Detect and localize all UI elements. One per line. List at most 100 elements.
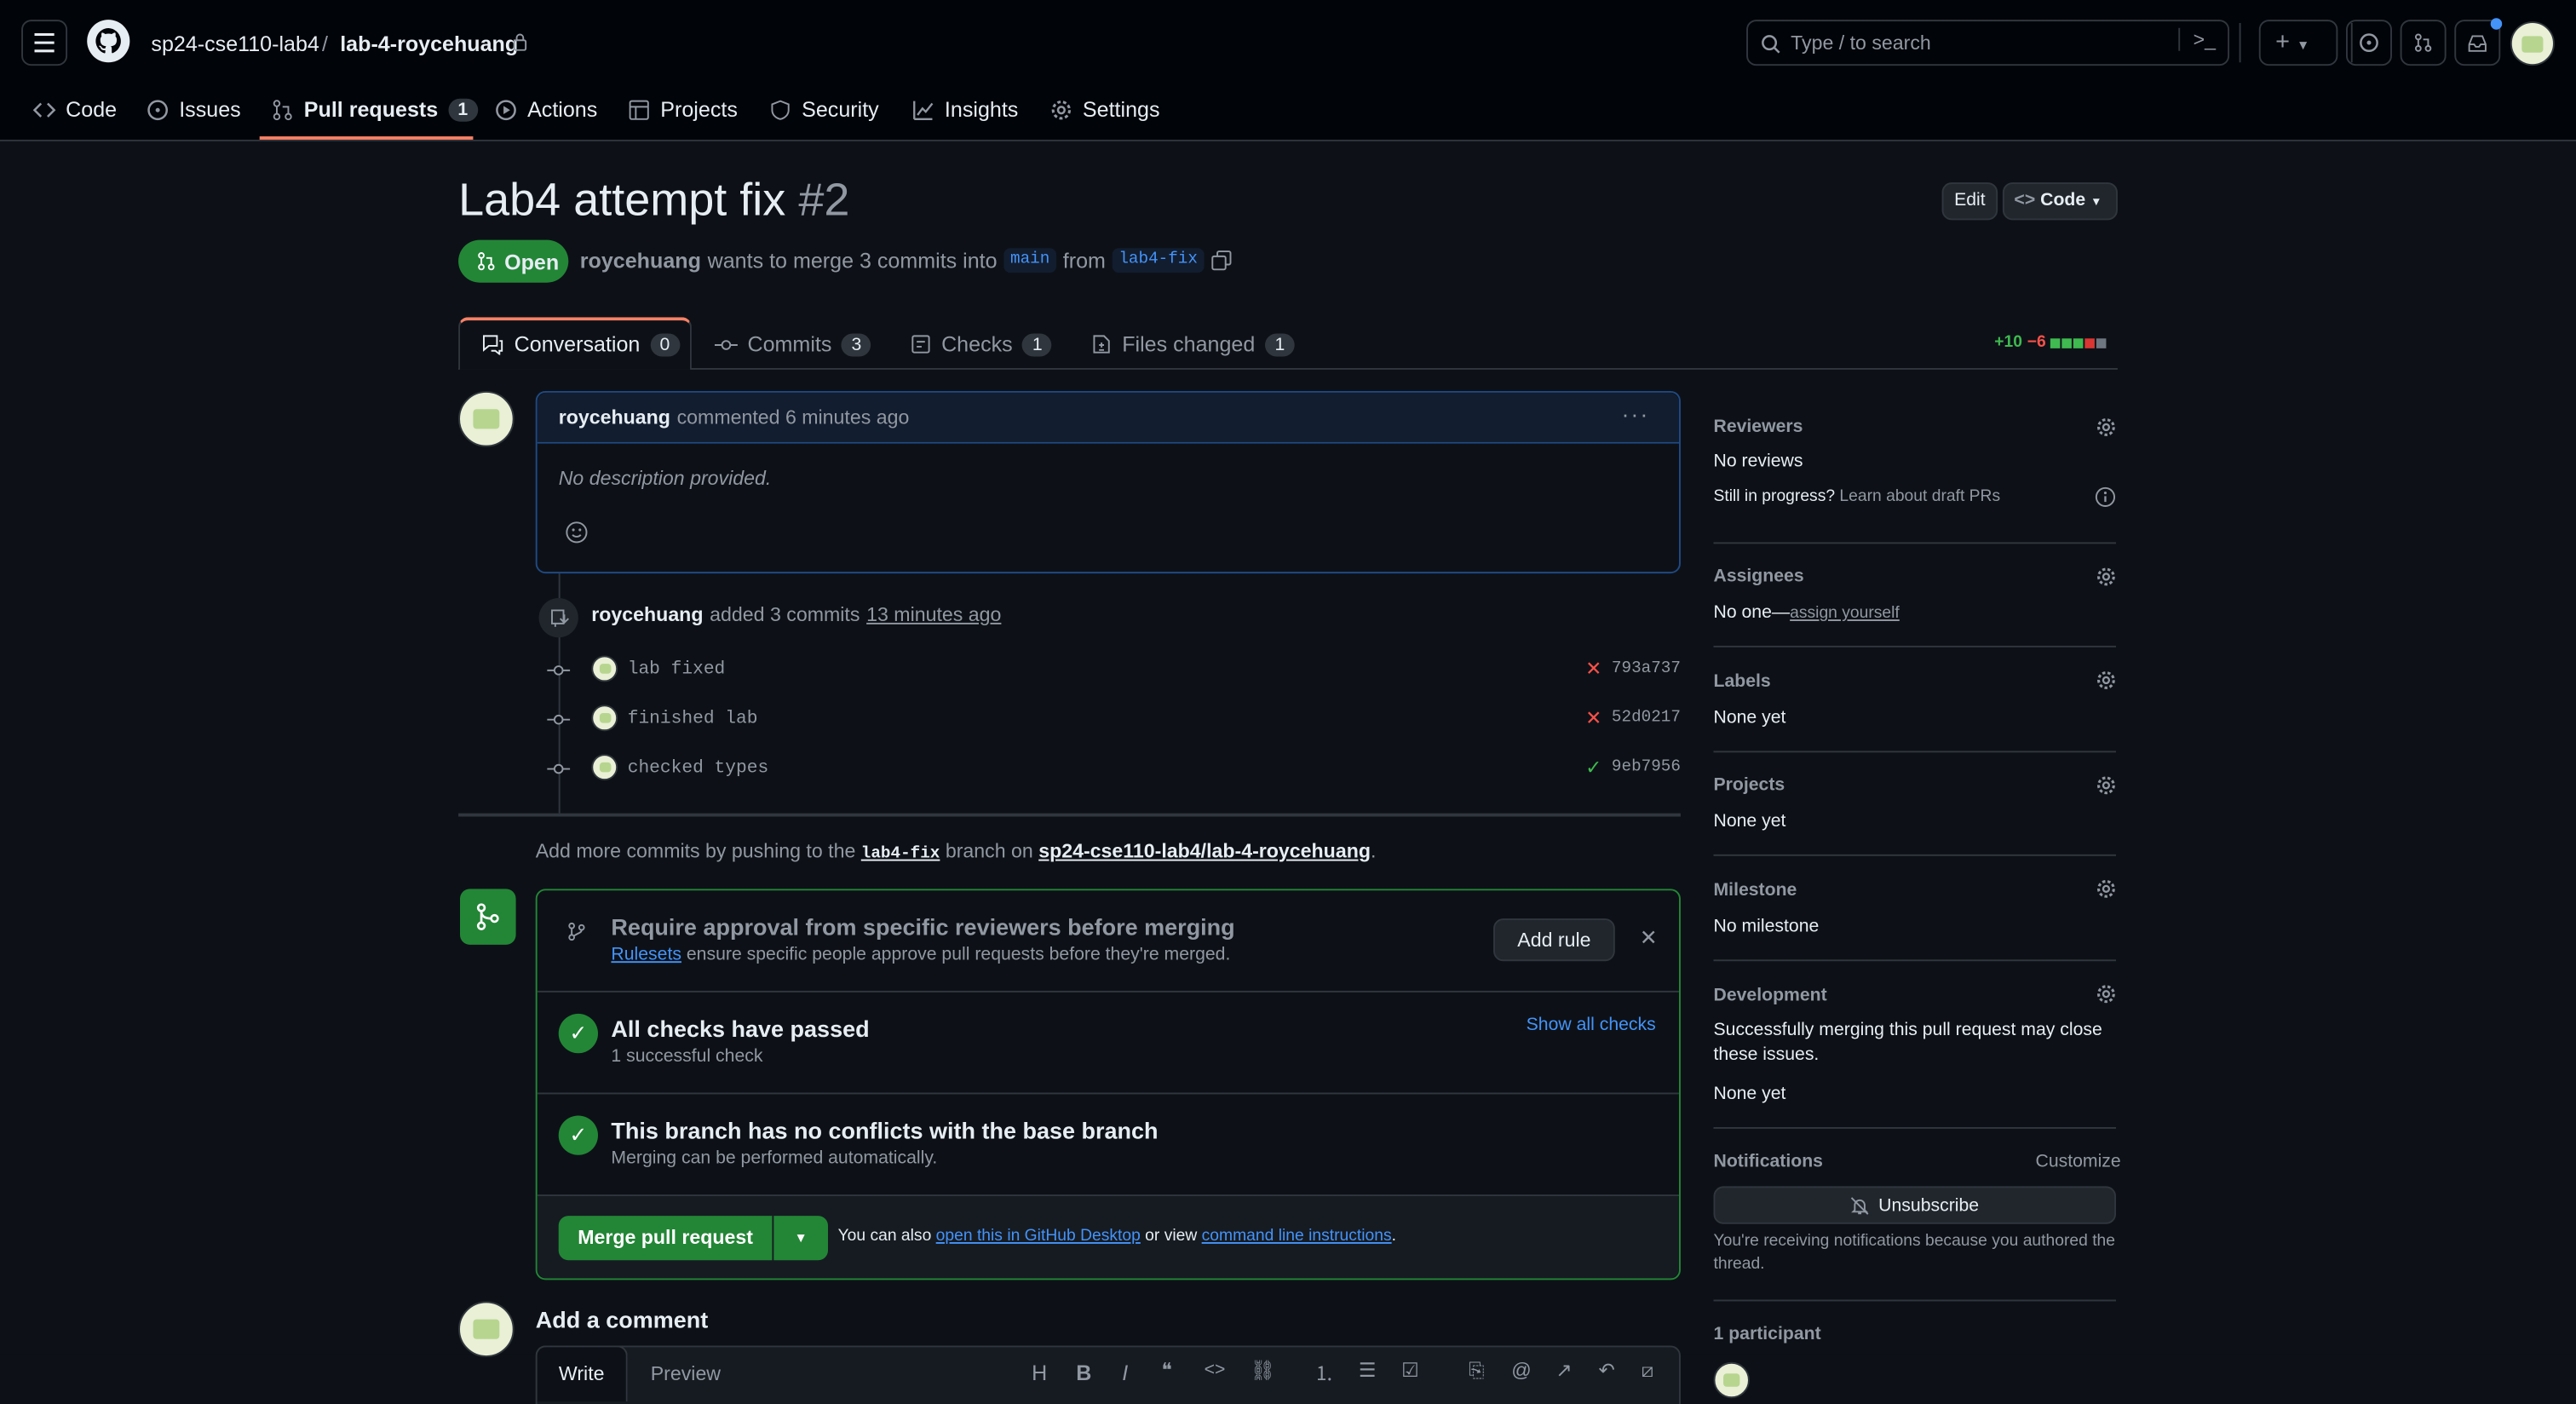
code-icon[interactable]: <> xyxy=(1205,1361,1226,1380)
tab-projects[interactable]: Projects xyxy=(628,97,738,122)
tab-insights[interactable]: Insights xyxy=(911,97,1018,122)
push-hint: Add more commits by pushing to the lab4-… xyxy=(536,839,1377,864)
x-icon[interactable]: ✕ xyxy=(1585,706,1601,729)
comment-avatar[interactable] xyxy=(458,390,515,447)
slash-commands-icon[interactable]: ⧄ xyxy=(1642,1359,1654,1384)
merge-text: wants to merge 3 commits into xyxy=(707,248,998,273)
search-input[interactable]: Type / to search >_ xyxy=(1746,20,2230,66)
create-new-button[interactable]: + ▼ xyxy=(2258,20,2338,66)
commit-sha[interactable]: 52d0217 xyxy=(1612,710,1681,728)
github-logo-icon[interactable] xyxy=(87,20,130,63)
base-branch[interactable]: main xyxy=(1003,248,1057,273)
owner-link[interactable]: sp24-cse110-lab4 xyxy=(151,32,319,56)
milestone-heading[interactable]: Milestone xyxy=(1713,881,1797,901)
tab-label: Checks xyxy=(941,331,1013,357)
commit-message[interactable]: lab fixed xyxy=(628,660,726,680)
commit-sha[interactable]: 793a737 xyxy=(1612,660,1681,678)
write-tab[interactable]: Write xyxy=(535,1345,628,1402)
head-branch[interactable]: lab4-fix xyxy=(1112,248,1205,273)
menu-icon[interactable] xyxy=(21,20,68,66)
event-author[interactable]: roycehuang xyxy=(591,603,703,626)
participant-avatar[interactable] xyxy=(1713,1361,1750,1399)
info-icon[interactable] xyxy=(2095,486,2116,508)
unsubscribe-button[interactable]: Unsubscribe xyxy=(1713,1186,2116,1224)
commit-icon xyxy=(547,763,571,774)
copy-icon[interactable] xyxy=(1210,250,1232,271)
pull-requests-icon[interactable] xyxy=(2400,20,2447,66)
task-list-icon[interactable]: ☑ xyxy=(1401,1359,1419,1382)
commit-avatar[interactable] xyxy=(591,754,618,781)
merge-button[interactable]: Merge pull request xyxy=(558,1216,773,1261)
tab-checks[interactable]: Checks 1 xyxy=(910,331,1053,357)
mention-icon[interactable]: @ xyxy=(1511,1359,1532,1382)
labels-heading[interactable]: Labels xyxy=(1713,672,1770,692)
commit-avatar[interactable] xyxy=(591,705,618,732)
current-user-avatar[interactable] xyxy=(458,1301,515,1357)
assign-yourself-link[interactable]: assign yourself xyxy=(1790,605,1900,623)
push-repo-link[interactable]: sp24-cse110-lab4/lab-4-roycehuang xyxy=(1038,839,1371,862)
close-icon[interactable]: ✕ xyxy=(1640,925,1658,952)
commit-avatar[interactable] xyxy=(591,655,618,682)
assignees-heading[interactable]: Assignees xyxy=(1713,567,1803,586)
show-all-checks-link[interactable]: Show all checks xyxy=(1527,1016,1656,1035)
tab-issues[interactable]: Issues xyxy=(147,97,241,122)
kebab-menu-icon[interactable]: ··· xyxy=(1621,401,1649,428)
quote-icon[interactable]: ❝ xyxy=(1161,1359,1171,1382)
rulesets-link[interactable]: Rulesets xyxy=(611,945,681,964)
timeline-divider xyxy=(458,813,1681,817)
commit-sha[interactable]: 9eb7956 xyxy=(1612,759,1681,777)
comment-body: No description provided. xyxy=(558,466,772,490)
author-link[interactable]: roycehuang xyxy=(580,248,701,273)
desktop-link[interactable]: open this in GitHub Desktop xyxy=(936,1228,1141,1246)
x-icon[interactable]: ✕ xyxy=(1585,657,1601,680)
command-palette-icon[interactable]: >_ xyxy=(2178,27,2216,51)
preview-tab[interactable]: Preview xyxy=(651,1362,721,1385)
draft-link[interactable]: Learn about draft PRs xyxy=(1839,488,2000,506)
repo-link[interactable]: lab-4-roycehuang xyxy=(340,32,518,56)
issues-icon[interactable] xyxy=(2345,20,2392,66)
add-rule-button[interactable]: Add rule xyxy=(1493,918,1615,962)
commit-message[interactable]: checked types xyxy=(628,759,769,779)
development-heading[interactable]: Development xyxy=(1713,986,1826,1005)
reply-icon[interactable]: ↶ xyxy=(1598,1359,1614,1382)
gear-icon[interactable] xyxy=(2096,670,2116,690)
gear-icon[interactable] xyxy=(2096,567,2116,586)
ordered-list-icon[interactable]: ⒈ xyxy=(1314,1359,1334,1387)
edit-button[interactable]: Edit xyxy=(1941,182,1998,221)
link-icon[interactable]: ⛓ xyxy=(1251,1359,1275,1382)
projects-heading[interactable]: Projects xyxy=(1713,775,1785,795)
attach-icon[interactable]: ⎘ xyxy=(1469,1359,1485,1384)
commit-message[interactable]: finished lab xyxy=(628,710,758,729)
tab-code[interactable]: Code xyxy=(32,97,118,122)
check-icon[interactable]: ✓ xyxy=(1585,756,1601,779)
chevron-down-icon[interactable]: ▼ xyxy=(773,1216,828,1261)
tab-files-changed[interactable]: Files changed 1 xyxy=(1091,332,1295,356)
customize-link[interactable]: Customize xyxy=(2035,1152,2120,1171)
tab-commits[interactable]: Commits 3 xyxy=(714,332,871,356)
event-time[interactable]: 13 minutes ago xyxy=(866,603,1001,626)
reference-icon[interactable]: ↗ xyxy=(1555,1359,1572,1382)
unordered-list-icon[interactable]: ☰ xyxy=(1359,1359,1377,1382)
code-dropdown-button[interactable]: <> Code ▼ xyxy=(2002,182,2118,221)
cli-link[interactable]: command line instructions xyxy=(1202,1228,1392,1246)
tab-security[interactable]: Security xyxy=(769,97,879,122)
tab-settings[interactable]: Settings xyxy=(1049,97,1160,122)
tab-label: Insights xyxy=(944,96,1019,122)
smiley-icon[interactable] xyxy=(565,521,588,544)
italic-icon[interactable]: I xyxy=(1122,1361,1128,1385)
gear-icon[interactable] xyxy=(2096,775,2116,795)
tab-actions[interactable]: Actions xyxy=(494,97,597,122)
gear-icon[interactable] xyxy=(2096,417,2116,437)
reviewers-heading[interactable]: Reviewers xyxy=(1713,417,1803,437)
gear-icon[interactable] xyxy=(2096,879,2116,899)
code-icon: <> xyxy=(2014,190,2036,210)
comment-author[interactable]: roycehuang xyxy=(559,406,670,429)
heading-icon[interactable]: H xyxy=(1032,1361,1047,1385)
push-branch[interactable]: lab4-fix xyxy=(861,846,940,864)
tab-pull-requests[interactable]: Pull requests 1 xyxy=(271,97,478,122)
tab-conversation[interactable]: Conversation 0 xyxy=(481,332,680,356)
user-avatar[interactable] xyxy=(2510,21,2555,66)
bold-icon[interactable]: B xyxy=(1076,1361,1091,1385)
pr-meta: roycehuang wants to merge 3 commits into… xyxy=(580,248,1233,273)
gear-icon[interactable] xyxy=(2096,984,2116,1004)
